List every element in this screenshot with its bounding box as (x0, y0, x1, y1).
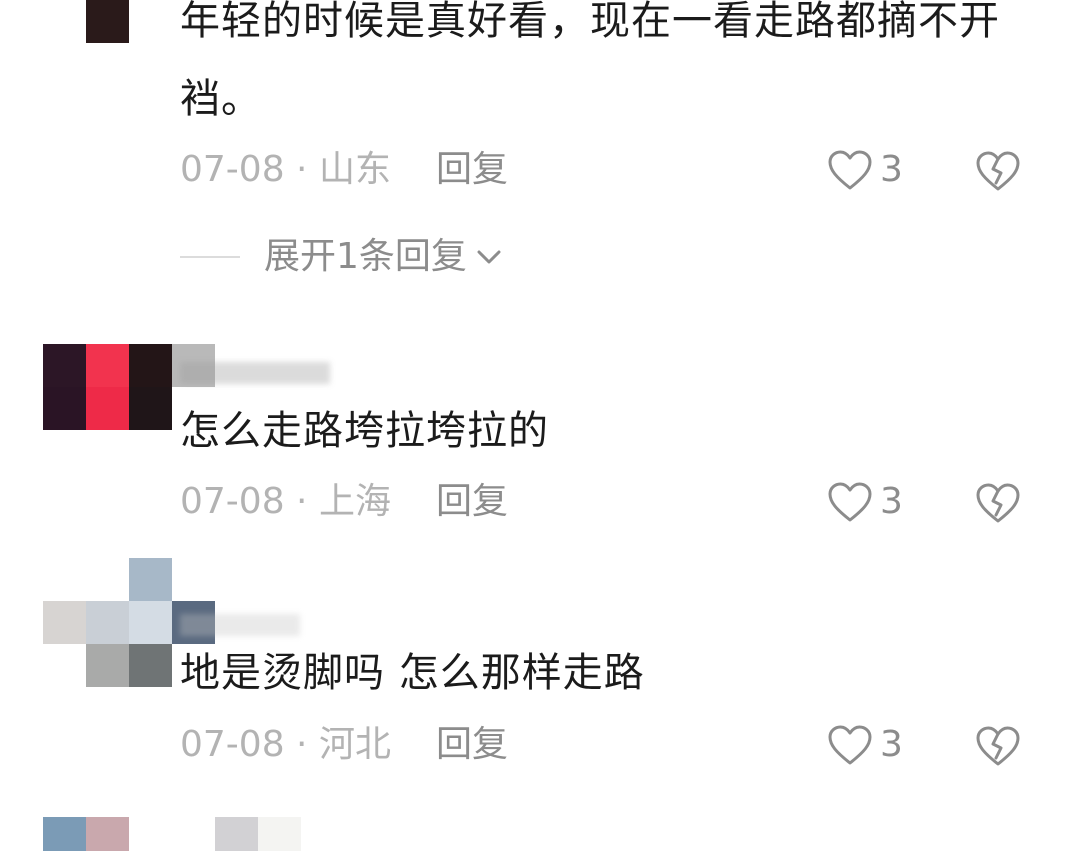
like-count: 3 (880, 481, 903, 522)
comment-meta: 07-08 · 上海 回复 3 (180, 477, 1060, 527)
broken-heart-icon[interactable] (974, 722, 1022, 768)
chevron-down-icon (477, 250, 501, 264)
broken-heart-icon[interactable] (974, 479, 1022, 525)
comment-date-location: 07-08 · 河北 (180, 724, 391, 765)
divider-line (180, 256, 240, 258)
expand-replies-label: 展开1条回复 (264, 236, 467, 277)
expand-replies-button[interactable]: 展开1条回复 (180, 232, 505, 282)
reply-button[interactable]: 回复 (436, 145, 508, 195)
like-count: 3 (880, 724, 903, 765)
comment-meta: 07-08 · 河北 回复 3 (180, 720, 1060, 770)
broken-heart-icon[interactable] (974, 147, 1022, 193)
comment-item (0, 817, 1080, 851)
like-button[interactable]: 3 (826, 145, 903, 195)
like-button[interactable]: 3 (826, 477, 903, 527)
username-blurred (180, 614, 300, 636)
like-button[interactable]: 3 (826, 720, 903, 770)
comment-date-location: 07-08 · 上海 (180, 481, 391, 522)
comment-text: 怎么走路垮拉垮拉的 (180, 408, 549, 454)
comment-item: 地是烫脚吗 怎么那样走路 07-08 · 河北 回复 3 (0, 558, 1080, 788)
comment-text: 地是烫脚吗 怎么那样走路 (180, 650, 645, 696)
heart-outline-icon (828, 482, 872, 522)
like-count: 3 (880, 149, 903, 190)
heart-outline-icon (828, 725, 872, 765)
heart-outline-icon (828, 150, 872, 190)
comment-date-location: 07-08 · 山东 (180, 149, 391, 190)
comment-item: 年轻的时候是真好看，现在一看走路都摘不开裆。 07-08 · 山东 回复 3 展… (0, 0, 1080, 300)
avatar[interactable] (43, 817, 301, 851)
username-blurred (180, 362, 330, 384)
comment-item: 怎么走路垮拉垮拉的 07-08 · 上海 回复 3 (0, 340, 1080, 530)
comment-text: 年轻的时候是真好看，现在一看走路都摘不开裆。 (180, 0, 1000, 122)
reply-button[interactable]: 回复 (436, 720, 508, 770)
reply-button[interactable]: 回复 (436, 477, 508, 527)
comment-meta: 07-08 · 山东 回复 3 (180, 145, 1060, 195)
